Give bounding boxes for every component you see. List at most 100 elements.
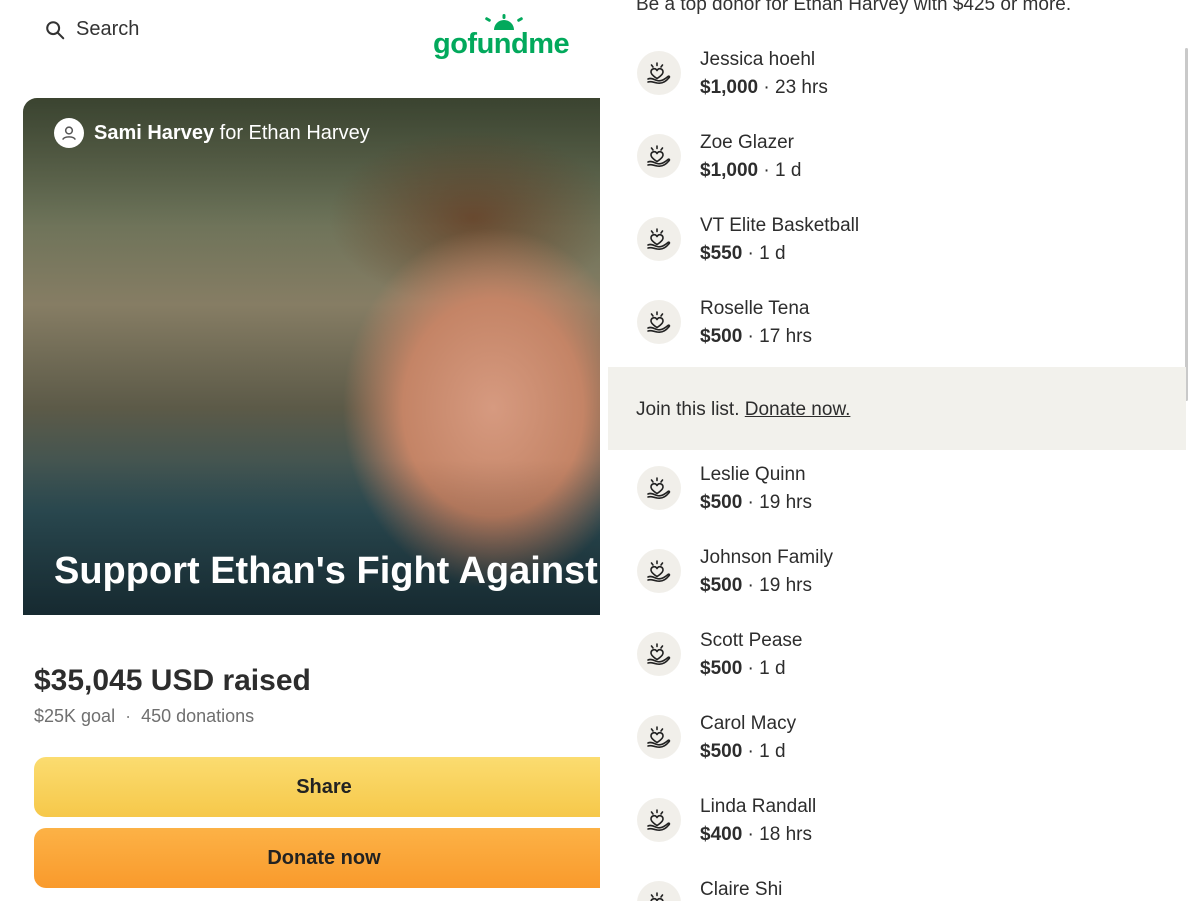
amount-separator: ·	[742, 658, 760, 679]
amount-separator: ·	[742, 741, 760, 762]
donor-name: Johnson Family	[700, 547, 834, 568]
donor-amount: $400	[700, 824, 743, 845]
user-icon	[62, 126, 76, 141]
top-donors-panel: Be a top donor for Ethan Harvey with $42…	[608, 0, 1200, 901]
heart-in-hand-icon	[647, 228, 671, 251]
donor-row[interactable]: Jessica hoehl $1,000 · 23 hrs	[608, 43, 1168, 113]
donate-now-button[interactable]: Donate now	[34, 828, 600, 888]
organizer-name: Sami Harvey	[94, 121, 215, 144]
donation-time: 18 hrs	[759, 824, 812, 845]
logo-text: gofundme	[433, 28, 570, 60]
donor-row[interactable]: Linda Randall $400 · 18 hrs	[608, 790, 1168, 860]
donor-amount-line: $500 · 1 d	[700, 658, 786, 680]
join-text-line: Join this list. Donate now.	[636, 399, 850, 421]
heart-in-hand-icon	[647, 145, 671, 168]
donor-amount: $1,000	[700, 160, 759, 181]
donor-amount-line: $500 · 19 hrs	[700, 492, 812, 514]
heart-in-hand-icon	[647, 62, 671, 85]
amount-separator: ·	[742, 243, 760, 264]
donations-count: 450 donations	[141, 706, 255, 726]
campaign-meta: $25K goal · 450 donations	[34, 706, 254, 727]
donation-time: 23 hrs	[775, 77, 828, 98]
donation-time: 19 hrs	[759, 492, 812, 513]
donor-name: Carol Macy	[700, 713, 797, 734]
hero-shade	[23, 98, 600, 615]
organizer-line: Sami Harvey for Ethan Harvey	[54, 118, 370, 148]
donor-row[interactable]: Leslie Quinn $500 · 19 hrs	[608, 458, 1168, 528]
donor-row[interactable]: Johnson Family $500 · 19 hrs	[608, 541, 1168, 611]
top-donor-threshold-text: Be a top donor for Ethan Harvey with $42…	[636, 0, 1072, 15]
donor-avatar	[637, 715, 681, 759]
donor-row[interactable]: Claire Shi	[608, 873, 1168, 901]
donor-name: Jessica hoehl	[700, 49, 816, 70]
organizer-text: Sami Harvey for Ethan Harvey	[94, 122, 370, 145]
donor-amount: $1,000	[700, 77, 759, 98]
search-button[interactable]: Search	[44, 18, 139, 41]
donation-time: 1 d	[759, 658, 786, 679]
donation-time: 1 d	[775, 160, 802, 181]
donor-amount: $550	[700, 243, 743, 264]
donor-name: Zoe Glazer	[700, 132, 794, 153]
join-text: Join this list.	[636, 399, 740, 420]
donor-row[interactable]: Carol Macy $500 · 1 d	[608, 707, 1168, 777]
donor-name: VT Elite Basketball	[700, 215, 860, 236]
heart-in-hand-icon	[647, 311, 671, 334]
heart-in-hand-icon	[647, 643, 671, 666]
donor-avatar	[637, 798, 681, 842]
scrollbar[interactable]	[1185, 48, 1188, 401]
donate-label: Donate now	[267, 846, 381, 869]
search-label: Search	[76, 18, 140, 40]
donation-time: 1 d	[759, 741, 786, 762]
heart-in-hand-icon	[647, 809, 671, 832]
join-donate-link[interactable]: Donate now.	[745, 399, 851, 420]
donor-row[interactable]: Roselle Tena $500 · 17 hrs	[608, 292, 1168, 362]
amount-separator: ·	[742, 575, 760, 596]
meta-separator: ·	[125, 706, 132, 726]
donor-avatar	[637, 466, 681, 510]
goal-text: $25K goal	[34, 706, 116, 726]
donor-amount-line: $1,000 · 1 d	[700, 160, 801, 182]
donor-row[interactable]: Scott Pease $500 · 1 d	[608, 624, 1168, 694]
organizer-avatar	[54, 118, 84, 148]
donor-name: Leslie Quinn	[700, 464, 806, 485]
donor-avatar	[637, 632, 681, 676]
heart-in-hand-icon	[647, 726, 671, 749]
search-icon	[46, 20, 65, 39]
donor-avatar	[637, 217, 681, 261]
amount-separator: ·	[742, 326, 760, 347]
share-button[interactable]: Share	[34, 757, 600, 817]
donor-row[interactable]: Zoe Glazer $1,000 · 1 d	[608, 126, 1168, 196]
donor-name: Linda Randall	[700, 796, 817, 817]
donor-name: Claire Shi	[700, 879, 783, 900]
amount-raised: $35,045 USD raised	[34, 664, 311, 697]
campaign-title: Support Ethan's Fight Against Br	[54, 550, 600, 592]
donor-amount-line: $550 · 1 d	[700, 243, 786, 265]
donor-amount-line: $1,000 · 23 hrs	[700, 77, 828, 99]
donor-avatar	[637, 51, 681, 95]
donation-time: 17 hrs	[759, 326, 812, 347]
heart-in-hand-icon	[647, 477, 671, 500]
donation-time: 1 d	[759, 243, 786, 264]
donor-amount: $500	[700, 326, 743, 347]
donor-row[interactable]: VT Elite Basketball $550 · 1 d	[608, 209, 1168, 279]
join-list-banner: Join this list. Donate now.	[608, 367, 1186, 450]
donor-avatar	[637, 549, 681, 593]
donor-name: Roselle Tena	[700, 298, 810, 319]
donor-name: Scott Pease	[700, 630, 803, 651]
campaign-hero-image[interactable]: Sami Harvey for Ethan Harvey Support Eth…	[23, 98, 600, 615]
amount-separator: ·	[758, 160, 776, 181]
donor-avatar	[637, 881, 681, 901]
donor-avatar	[637, 300, 681, 344]
donor-amount: $500	[700, 492, 743, 513]
donor-amount: $500	[700, 575, 743, 596]
gofundme-logo[interactable]: gofundme	[433, 14, 571, 60]
donor-amount-line: $400 · 18 hrs	[700, 824, 812, 846]
share-label: Share	[296, 775, 352, 798]
donor-amount-line: $500 · 1 d	[700, 741, 786, 763]
organizer-suffix: for Ethan Harvey	[219, 121, 370, 144]
donor-amount-line: $500 · 19 hrs	[700, 575, 812, 597]
campaign-panel: Search gofundme Sami Harvey for Ethan Ha…	[0, 0, 600, 901]
amount-separator: ·	[742, 824, 760, 845]
amount-separator: ·	[742, 492, 760, 513]
donor-amount: $500	[700, 741, 743, 762]
